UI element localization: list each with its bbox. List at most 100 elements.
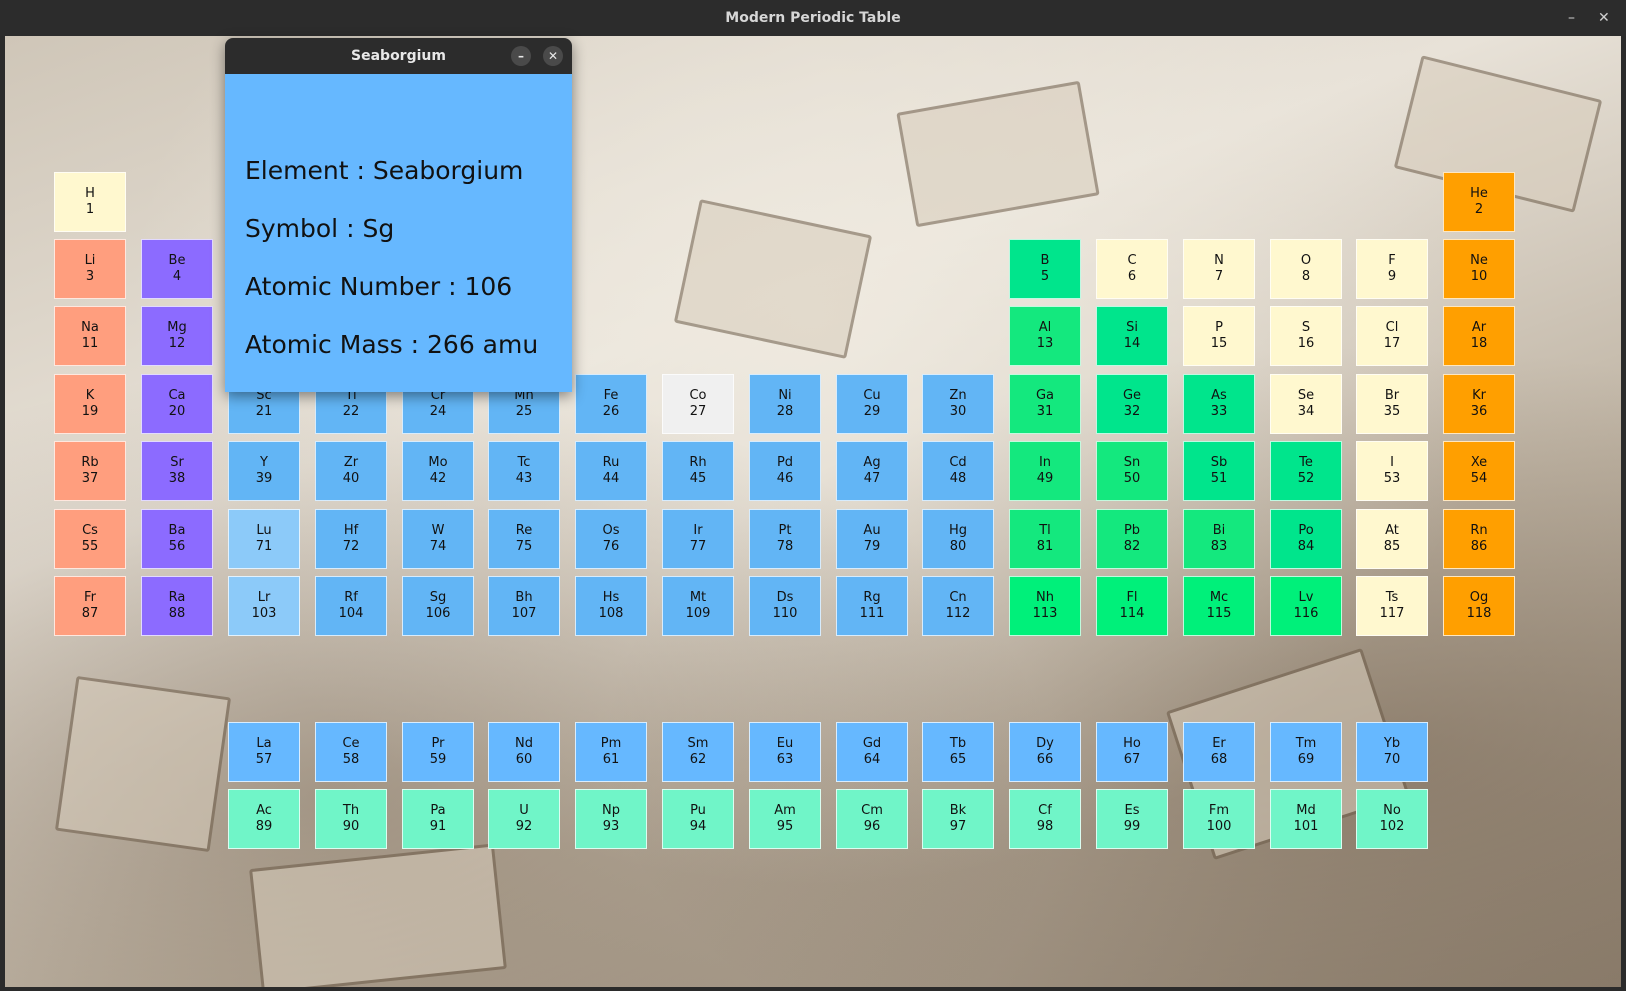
element-tile-bh[interactable]: Bh 107	[488, 576, 560, 636]
element-tile-np[interactable]: Np 93	[575, 789, 647, 849]
element-tile-cd[interactable]: Cd 48	[922, 441, 994, 501]
element-tile-rh[interactable]: Rh 45	[662, 441, 734, 501]
element-tile-h[interactable]: H1	[54, 172, 126, 232]
element-tile-gd[interactable]: Gd 64	[836, 722, 908, 782]
element-tile-no[interactable]: No 102	[1356, 789, 1428, 849]
element-tile-og[interactable]: Og 118	[1443, 576, 1515, 636]
element-tile-cu[interactable]: Cu 29	[836, 374, 908, 434]
element-tile-se[interactable]: Se 34	[1270, 374, 1342, 434]
element-tile-n[interactable]: N7	[1183, 239, 1255, 299]
element-tile-ac[interactable]: Ac 89	[228, 789, 300, 849]
element-tile-ca[interactable]: Ca 20	[141, 374, 213, 434]
element-tile-ds[interactable]: Ds 110	[749, 576, 821, 636]
element-tile-ts[interactable]: Ts 117	[1356, 576, 1428, 636]
element-tile-ba[interactable]: Ba 56	[141, 509, 213, 569]
element-tile-fl[interactable]: Fl 114	[1096, 576, 1168, 636]
element-tile-rb[interactable]: Rb 37	[54, 441, 126, 501]
element-tile-ne[interactable]: Ne 10	[1443, 239, 1515, 299]
element-tile-nd[interactable]: Nd 60	[488, 722, 560, 782]
element-tile-rn[interactable]: Rn 86	[1443, 509, 1515, 569]
element-tile-hf[interactable]: Hf 72	[315, 509, 387, 569]
element-tile-pm[interactable]: Pm 61	[575, 722, 647, 782]
element-tile-as[interactable]: As 33	[1183, 374, 1255, 434]
dialog-close-button[interactable]: ✕	[543, 46, 563, 66]
element-tile-rf[interactable]: Rf 104	[315, 576, 387, 636]
element-tile-hs[interactable]: Hs 108	[575, 576, 647, 636]
dialog-minimize-button[interactable]: –	[511, 46, 531, 66]
element-tile-rg[interactable]: Rg 111	[836, 576, 908, 636]
element-tile-ra[interactable]: Ra 88	[141, 576, 213, 636]
element-tile-be[interactable]: Be 4	[141, 239, 213, 299]
element-tile-bi[interactable]: Bi 83	[1183, 509, 1255, 569]
element-tile-at[interactable]: At 85	[1356, 509, 1428, 569]
element-tile-ho[interactable]: Ho 67	[1096, 722, 1168, 782]
element-tile-la[interactable]: La 57	[228, 722, 300, 782]
element-tile-fm[interactable]: Fm 100	[1183, 789, 1255, 849]
element-tile-te[interactable]: Te 52	[1270, 441, 1342, 501]
element-tile-md[interactable]: Md 101	[1270, 789, 1342, 849]
element-tile-yb[interactable]: Yb 70	[1356, 722, 1428, 782]
element-tile-sn[interactable]: Sn 50	[1096, 441, 1168, 501]
element-tile-pb[interactable]: Pb 82	[1096, 509, 1168, 569]
element-tile-c[interactable]: C6	[1096, 239, 1168, 299]
element-tile-ce[interactable]: Ce 58	[315, 722, 387, 782]
window-close-button[interactable]: ✕	[1598, 0, 1610, 36]
element-tile-er[interactable]: Er 68	[1183, 722, 1255, 782]
element-tile-br[interactable]: Br 35	[1356, 374, 1428, 434]
element-tile-p[interactable]: P 15	[1183, 306, 1255, 366]
element-tile-i[interactable]: I 53	[1356, 441, 1428, 501]
element-tile-cm[interactable]: Cm 96	[836, 789, 908, 849]
element-tile-mt[interactable]: Mt 109	[662, 576, 734, 636]
element-tile-cf[interactable]: Cf 98	[1009, 789, 1081, 849]
element-tile-lv[interactable]: Lv 116	[1270, 576, 1342, 636]
element-tile-tm[interactable]: Tm 69	[1270, 722, 1342, 782]
element-tile-sr[interactable]: Sr 38	[141, 441, 213, 501]
element-tile-w[interactable]: W 74	[402, 509, 474, 569]
element-tile-co[interactable]: Co 27	[662, 374, 734, 434]
element-tile-ru[interactable]: Ru 44	[575, 441, 647, 501]
element-tile-pr[interactable]: Pr 59	[402, 722, 474, 782]
element-tile-sb[interactable]: Sb 51	[1183, 441, 1255, 501]
element-tile-na[interactable]: Na 11	[54, 306, 126, 366]
element-tile-bk[interactable]: Bk 97	[922, 789, 994, 849]
element-tile-th[interactable]: Th 90	[315, 789, 387, 849]
element-tile-fr[interactable]: Fr 87	[54, 576, 126, 636]
element-tile-sg[interactable]: Sg 106	[402, 576, 474, 636]
element-tile-li[interactable]: Li 3	[54, 239, 126, 299]
element-tile-f[interactable]: F9	[1356, 239, 1428, 299]
element-tile-ge[interactable]: Ge 32	[1096, 374, 1168, 434]
element-tile-tb[interactable]: Tb 65	[922, 722, 994, 782]
element-tile-si[interactable]: Si 14	[1096, 306, 1168, 366]
element-tile-b[interactable]: B5	[1009, 239, 1081, 299]
element-tile-au[interactable]: Au 79	[836, 509, 908, 569]
element-tile-mo[interactable]: Mo 42	[402, 441, 474, 501]
element-tile-re[interactable]: Re 75	[488, 509, 560, 569]
element-tile-k[interactable]: K 19	[54, 374, 126, 434]
element-tile-al[interactable]: Al 13	[1009, 306, 1081, 366]
element-tile-hg[interactable]: Hg 80	[922, 509, 994, 569]
element-tile-eu[interactable]: Eu 63	[749, 722, 821, 782]
element-tile-xe[interactable]: Xe 54	[1443, 441, 1515, 501]
element-tile-mc[interactable]: Mc 115	[1183, 576, 1255, 636]
window-minimize-button[interactable]: –	[1568, 0, 1575, 36]
element-tile-pt[interactable]: Pt 78	[749, 509, 821, 569]
element-tile-tc[interactable]: Tc 43	[488, 441, 560, 501]
element-tile-ag[interactable]: Ag 47	[836, 441, 908, 501]
element-tile-zn[interactable]: Zn 30	[922, 374, 994, 434]
element-tile-in[interactable]: In 49	[1009, 441, 1081, 501]
element-tile-po[interactable]: Po 84	[1270, 509, 1342, 569]
element-tile-am[interactable]: Am 95	[749, 789, 821, 849]
element-tile-cl[interactable]: Cl 17	[1356, 306, 1428, 366]
element-tile-he[interactable]: He 2	[1443, 172, 1515, 232]
element-tile-cs[interactable]: Cs 55	[54, 509, 126, 569]
element-tile-s[interactable]: S 16	[1270, 306, 1342, 366]
element-tile-pu[interactable]: Pu 94	[662, 789, 734, 849]
element-tile-lr[interactable]: Lr 103	[228, 576, 300, 636]
element-tile-es[interactable]: Es 99	[1096, 789, 1168, 849]
element-tile-fe[interactable]: Fe 26	[575, 374, 647, 434]
element-tile-kr[interactable]: Kr 36	[1443, 374, 1515, 434]
element-tile-tl[interactable]: Tl 81	[1009, 509, 1081, 569]
element-tile-lu[interactable]: Lu 71	[228, 509, 300, 569]
element-tile-dy[interactable]: Dy 66	[1009, 722, 1081, 782]
element-tile-ga[interactable]: Ga 31	[1009, 374, 1081, 434]
